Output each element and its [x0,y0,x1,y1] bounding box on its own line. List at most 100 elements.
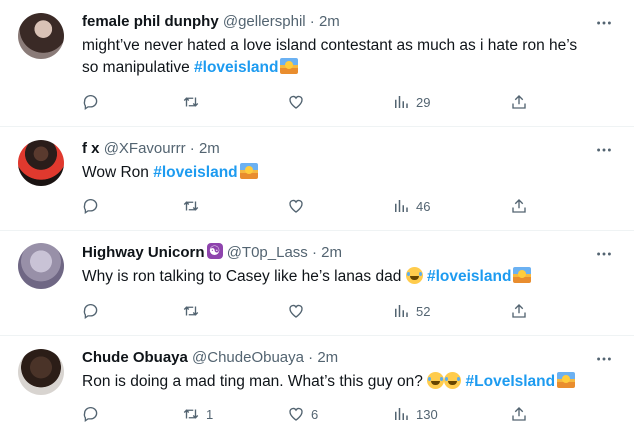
reply-button[interactable] [82,91,106,113]
laughing-emoji [444,372,462,389]
share-icon [512,304,526,318]
more-icon[interactable] [594,140,614,160]
hashtag-link[interactable]: #loveisland [194,59,278,76]
like-button[interactable] [287,91,311,113]
action-bar: 29 [82,91,542,113]
tweet-text-fragment: Ron is doing a mad ting man. What’s this… [82,373,423,390]
timestamp[interactable]: 2m [199,140,220,157]
tweet[interactable]: f x @XFavourrr · 2m Wow Ron #loveisland … [0,127,634,231]
tweet-text-line: so manipulative #loveisland [82,57,577,79]
heart-icon [289,199,303,213]
reply-icon [83,198,98,215]
tweet-header: Highway Unicorn @T0p_Lass · 2m [82,242,342,263]
retweet-button[interactable] [182,91,206,113]
share-button[interactable] [510,403,528,425]
tweet-text: Ron is doing a mad ting man. What’s this… [82,371,576,393]
share-icon [512,95,526,109]
view-count: 46 [416,198,431,214]
tweet-text-line: might’ve never hated a love island conte… [82,37,578,54]
tweet-header: Chude Obuaya @ChudeObuaya · 2m [82,348,338,368]
tweet-text-fragment: Why is ron talking to Casey like he’s la… [82,268,402,285]
avatar[interactable] [18,243,64,289]
display-name[interactable]: female phil dunphy [82,13,219,30]
views-icon [395,408,408,420]
separator-dot: · [311,244,317,261]
reply-icon [83,94,98,111]
handle[interactable]: @T0p_Lass [227,244,308,261]
separator-dot: · [189,140,195,157]
retweet-count: 1 [206,406,214,422]
view-count: 29 [416,94,431,110]
views-icon [395,96,408,108]
retweet-icon [183,409,199,419]
tweet[interactable]: female phil dunphy @gellersphil · 2m mig… [0,0,634,127]
retweet-button[interactable]: 1 [182,403,213,425]
share-button[interactable] [510,195,528,217]
tweet-text: might’ve never hated a love island conte… [82,35,577,79]
like-button[interactable] [287,300,311,322]
timestamp[interactable]: 2m [317,349,338,366]
heart-icon [289,95,303,109]
sunset-emoji [239,163,258,179]
retweet-icon [183,97,199,107]
share-icon [512,199,526,213]
views-icon [395,305,408,317]
like-button[interactable]: 6 [287,403,318,425]
yin-yang-icon [206,242,223,262]
separator-dot: · [308,349,314,366]
handle[interactable]: @XFavourrr [104,140,186,157]
timestamp[interactable]: 2m [319,13,340,30]
avatar[interactable] [18,13,64,59]
action-bar: 52 [82,300,542,322]
view-count: 52 [416,303,431,319]
share-button[interactable] [510,91,528,113]
more-icon[interactable] [594,349,614,369]
separator-dot: · [309,13,315,30]
hashtag-link[interactable]: #LoveIsland [466,373,556,390]
reply-button[interactable] [82,300,100,322]
heart-icon [289,304,303,318]
like-button[interactable] [287,195,311,217]
like-count: 6 [311,406,319,422]
more-icon[interactable] [594,13,614,33]
views-button[interactable]: 130 [392,403,438,425]
action-bar: 46 [82,195,542,217]
tweet-header: f x @XFavourrr · 2m [82,139,220,159]
display-name[interactable]: f x [82,140,100,157]
hashtag-link[interactable]: #loveisland [427,268,511,285]
reply-button[interactable] [82,195,100,217]
laughing-emoji [405,267,423,284]
laughing-emoji [427,372,445,389]
retweet-button[interactable] [182,195,206,217]
tweet-header: female phil dunphy @gellersphil · 2m [82,12,340,32]
hashtag-link[interactable]: #loveisland [153,164,237,181]
tweet-text-fragment: so manipulative [82,59,190,76]
retweet-icon [183,201,199,211]
sunset-emoji [513,267,532,283]
action-bar: 1 6 130 [82,403,542,425]
views-button[interactable]: 52 [392,300,430,322]
tweet[interactable]: Chude Obuaya @ChudeObuaya · 2m Ron is do… [0,336,634,443]
timestamp[interactable]: 2m [321,244,342,261]
share-button[interactable] [510,300,528,322]
reply-icon [83,406,98,423]
retweet-icon [183,306,199,316]
view-count: 130 [416,406,438,422]
avatar[interactable] [18,349,64,395]
more-icon[interactable] [594,244,614,264]
sunset-emoji [557,372,576,388]
tweet-text: Why is ron talking to Casey like he’s la… [82,266,532,288]
avatar[interactable] [18,140,64,186]
views-button[interactable]: 46 [392,195,430,217]
display-name[interactable]: Chude Obuaya [82,349,188,366]
heart-icon [289,407,303,421]
share-icon [512,407,526,421]
reply-button[interactable] [82,403,100,425]
handle[interactable]: @ChudeObuaya [192,349,304,366]
display-name[interactable]: Highway Unicorn [82,244,205,261]
views-button[interactable]: 29 [392,91,430,113]
handle[interactable]: @gellersphil [223,13,306,30]
views-icon [395,200,408,212]
tweet[interactable]: Highway Unicorn @T0p_Lass · 2m Why is ro… [0,231,634,336]
retweet-button[interactable] [182,300,206,322]
